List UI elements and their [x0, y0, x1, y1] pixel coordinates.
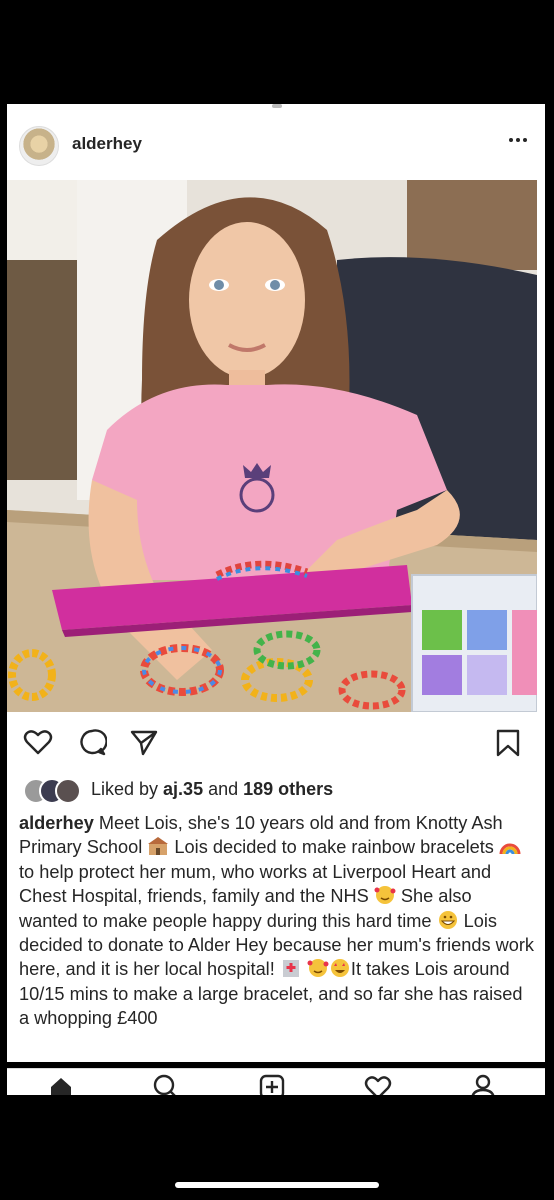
home-icon[interactable] — [47, 1073, 75, 1095]
likes-prefix: Liked by — [91, 779, 164, 799]
likes-row[interactable]: Liked by aj.35 and 189 others — [23, 776, 543, 804]
grinning-face-icon — [438, 910, 457, 929]
instagram-post-card: alderhey Liked by aj.35 and 189 others a… — [7, 104, 545, 1062]
smiling-face-with-hearts-icon — [307, 959, 329, 978]
profile-icon[interactable] — [469, 1073, 497, 1095]
post-header: alderhey — [7, 122, 545, 166]
post-photo[interactable] — [7, 180, 537, 712]
school-emoji-icon — [148, 837, 169, 856]
liker-avatars — [23, 778, 87, 804]
share-icon[interactable] — [129, 728, 159, 756]
liker-avatar — [55, 778, 81, 804]
likes-others[interactable]: 189 others — [243, 779, 333, 799]
post-actions-bar — [7, 724, 545, 764]
smiling-face-with-hearts-icon — [374, 886, 396, 905]
likes-middle: and — [203, 779, 244, 799]
add-post-icon[interactable] — [258, 1073, 286, 1095]
heart-icon[interactable] — [23, 728, 53, 756]
home-indicator[interactable] — [175, 1182, 379, 1188]
post-caption: alderhey Meet Lois, she's 10 years old a… — [19, 811, 535, 1031]
caption-text: Lois decided to make rainbow bracelets — [169, 837, 499, 858]
activity-heart-icon[interactable] — [364, 1073, 392, 1095]
star-struck-icon — [330, 959, 349, 978]
post-photo-illustration — [7, 180, 537, 712]
post-username[interactable]: alderhey — [72, 134, 142, 154]
avatar[interactable] — [19, 126, 59, 166]
bottom-tab-bar — [7, 1068, 545, 1095]
comment-icon[interactable] — [77, 728, 107, 756]
rainbow-emoji-icon — [499, 843, 521, 855]
more-horizontal-icon[interactable] — [507, 130, 529, 150]
bookmark-icon[interactable] — [495, 728, 521, 758]
caption-username[interactable]: alderhey — [19, 813, 94, 833]
likes-text: Liked by aj.35 and 189 others — [91, 779, 333, 800]
search-icon[interactable] — [152, 1073, 180, 1095]
hospital-emoji-icon — [282, 960, 299, 978]
liked-by-user[interactable]: aj.35 — [163, 779, 203, 799]
drag-indicator — [272, 104, 282, 108]
